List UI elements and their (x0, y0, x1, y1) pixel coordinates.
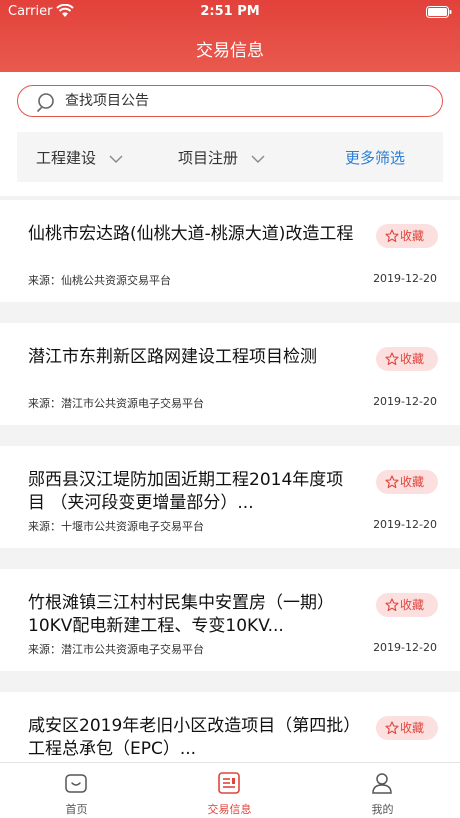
tab-trade-info-label: 交易信息 (207, 803, 252, 816)
app-header: Carrier 2:51 PM 交易信息 (0, 0, 460, 72)
star-icon (385, 229, 399, 243)
item-title: 潜江市东荆新区路网建设工程项目检测 (28, 347, 317, 367)
clock: 2:51 PM (200, 4, 260, 19)
favorite-label: 收藏 (400, 229, 425, 243)
status-bar: Carrier 2:51 PM (0, 0, 460, 24)
item-source: 来源：潜江市公共资源电子交易平台 (28, 397, 204, 410)
battery-icon (426, 6, 452, 18)
document-icon (218, 772, 240, 794)
home-icon (65, 774, 87, 793)
search-icon (37, 93, 54, 112)
filter-project-registration[interactable]: 项目注册 (178, 147, 265, 168)
item-source: 来源：潜江市公共资源电子交易平台 (28, 643, 204, 656)
chevron-down-icon (109, 155, 123, 163)
favorite-label: 收藏 (400, 598, 425, 612)
star-icon (385, 475, 399, 489)
tab-home-label: 首页 (65, 803, 88, 816)
filter-bar: 工程建设 项目注册 更多筛选 (17, 132, 443, 182)
page-title: 交易信息 (196, 41, 264, 61)
list-item[interactable]: 潜江市东荆新区路网建设工程项目检测 收藏 来源：潜江市公共资源电子交易平台 20… (0, 323, 460, 425)
list-item[interactable]: 竹根滩镇三江村村民集中安置房（一期）10KV配电新建工程、专变10KV... 收… (0, 569, 460, 671)
search-input[interactable] (65, 89, 425, 113)
star-icon (385, 721, 399, 735)
star-icon (385, 352, 399, 366)
item-title: 郧西县汉江堤防加固近期工程2014年度项目 （夹河段变更增量部分）... (28, 470, 344, 513)
item-source: 来源：十堰市公共资源电子交易平台 (28, 520, 204, 533)
favorite-button[interactable]: 收藏 (376, 593, 438, 617)
favorite-label: 收藏 (400, 721, 425, 735)
search-section: 工程建设 项目注册 更多筛选 (0, 72, 460, 196)
more-filters-button[interactable]: 更多筛选 (345, 147, 405, 168)
list-item[interactable]: 仙桃市宏达路(仙桃大道-桃源大道)改造工程 收藏 来源：仙桃公共资源交易平台 2… (0, 200, 460, 302)
tab-trade-info[interactable]: 交易信息 (153, 763, 306, 818)
chevron-down-icon (251, 155, 265, 163)
item-date: 2019-12-20 (373, 395, 437, 408)
item-title: 咸安区2019年老旧小区改造项目（第四批）工程总承包（EPC）... (28, 716, 352, 759)
tab-bar: 首页 交易信息 我的 (0, 762, 460, 818)
star-icon (385, 598, 399, 612)
favorite-label: 收藏 (400, 475, 425, 489)
item-date: 2019-12-20 (373, 518, 437, 531)
filter-engineering-label: 工程建设 (36, 149, 97, 167)
tab-mine[interactable]: 我的 (306, 763, 459, 818)
item-title: 仙桃市宏达路(仙桃大道-桃源大道)改造工程 (28, 224, 354, 244)
tab-home[interactable]: 首页 (0, 763, 153, 818)
favorite-button[interactable]: 收藏 (376, 470, 438, 494)
filter-project-registration-label: 项目注册 (178, 149, 239, 167)
item-source: 来源：仙桃公共资源交易平台 (28, 274, 171, 287)
favorite-label: 收藏 (400, 352, 425, 366)
favorite-button[interactable]: 收藏 (376, 224, 438, 248)
tab-mine-label: 我的 (371, 803, 394, 816)
item-date: 2019-12-20 (373, 641, 437, 654)
favorite-button[interactable]: 收藏 (376, 716, 438, 740)
favorite-button[interactable]: 收藏 (376, 347, 438, 371)
item-title: 竹根滩镇三江村村民集中安置房（一期）10KV配电新建工程、专变10KV... (28, 593, 334, 636)
filter-engineering[interactable]: 工程建设 (36, 147, 123, 168)
list-item[interactable]: 郧西县汉江堤防加固近期工程2014年度项目 （夹河段变更增量部分）... 收藏 … (0, 446, 460, 548)
search-box[interactable] (17, 85, 443, 117)
item-date: 2019-12-20 (373, 272, 437, 285)
user-icon (372, 773, 392, 794)
